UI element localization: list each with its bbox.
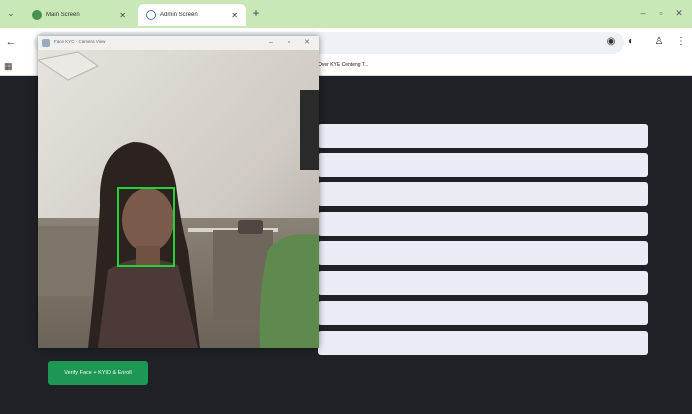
tab-main-screen[interactable]: Main Screen ✕	[24, 4, 134, 26]
form-field[interactable]	[318, 212, 648, 236]
apps-icon[interactable]: ▦	[4, 61, 13, 72]
tab-favicon-icon	[32, 10, 42, 20]
info-icon[interactable]: ◉	[604, 35, 618, 49]
form-field[interactable]	[318, 182, 648, 206]
tab-title: Admin Screen	[160, 12, 198, 18]
camera-popup-window[interactable]: Face KYC - Camera View – ▫ ✕	[38, 36, 319, 348]
popup-close-icon[interactable]: ✕	[302, 38, 312, 48]
form-field[interactable]	[318, 271, 648, 295]
verify-face-button[interactable]: Verify Face + KYID & Enroll	[48, 361, 148, 385]
tab-admin-screen[interactable]: Admin Screen ✕	[138, 4, 246, 26]
form-field[interactable]	[318, 241, 648, 265]
tab-close-icon[interactable]: ✕	[119, 11, 126, 20]
popup-minimize-icon[interactable]: –	[266, 38, 276, 48]
tab-search-icon[interactable]: ⌄	[4, 6, 18, 20]
kebab-menu-icon[interactable]: ⋮	[674, 35, 688, 49]
popup-favicon-icon	[42, 39, 50, 47]
camera-feed	[38, 50, 319, 348]
camera-frame-image	[38, 50, 319, 348]
popup-title: Face KYC - Camera View	[54, 39, 106, 44]
extension-icon[interactable]: ◐	[624, 35, 638, 49]
form-field[interactable]	[318, 331, 648, 355]
window-close-icon[interactable]: ✕	[672, 6, 686, 20]
tab-close-icon[interactable]: ✕	[231, 11, 238, 20]
tab-loading-icon	[146, 10, 156, 20]
back-icon[interactable]: ←	[4, 35, 18, 49]
popup-maximize-icon[interactable]: ▫	[284, 38, 294, 48]
maximize-icon[interactable]: ▫	[654, 6, 668, 20]
minimize-icon[interactable]: –	[636, 6, 650, 20]
popup-titlebar[interactable]: Face KYC - Camera View – ▫ ✕	[38, 36, 319, 50]
form-field[interactable]	[318, 124, 648, 148]
new-tab-icon[interactable]: +	[249, 6, 263, 20]
form-field[interactable]	[318, 301, 648, 325]
form-field[interactable]	[318, 153, 648, 177]
bookmark-item[interactable]: Over KYE Centeng T...	[318, 62, 369, 68]
tab-title: Main Screen	[46, 12, 80, 18]
tab-strip: ⌄ Main Screen ✕ Admin Screen ✕ + – ▫ ✕	[0, 0, 692, 28]
profile-icon[interactable]: ♙	[652, 35, 666, 49]
